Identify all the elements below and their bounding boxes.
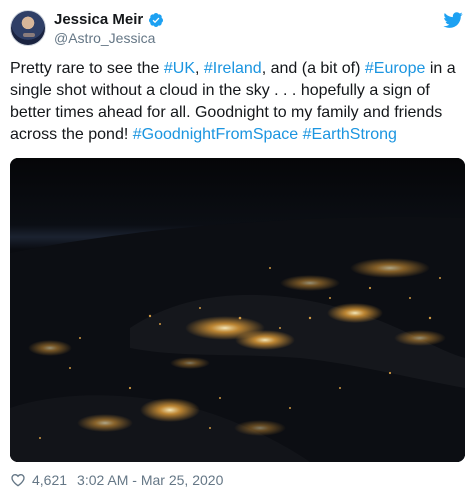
tweet-text-segment: , and (a bit of) xyxy=(261,60,365,77)
heart-icon[interactable] xyxy=(10,472,26,488)
hashtag-link[interactable]: #EarthStrong xyxy=(303,126,397,143)
hashtag-link[interactable]: #UK xyxy=(164,60,195,77)
timestamp[interactable]: 3:02 AM - Mar 25, 2020 xyxy=(77,472,223,488)
hashtag-link[interactable]: #GoodnightFromSpace xyxy=(133,126,298,143)
avatar[interactable] xyxy=(10,10,46,46)
tweet-footer: 4,621 3:02 AM - Mar 25, 2020 xyxy=(10,472,223,488)
tweet-text-segment: Pretty rare to see the xyxy=(10,60,164,77)
tweet-header: Jessica Meir @Astro_Jessica xyxy=(10,8,465,52)
hashtag-link[interactable]: #Europe xyxy=(365,60,426,77)
tweet-text-segment: , xyxy=(194,60,204,77)
hashtag-link[interactable]: #Ireland xyxy=(204,60,262,77)
twitter-bird-icon[interactable] xyxy=(443,10,463,30)
display-name[interactable]: Jessica Meir xyxy=(54,11,143,28)
earth-night-photo xyxy=(10,158,465,462)
author-handle[interactable]: @Astro_Jessica xyxy=(54,30,155,46)
tweet-text: Pretty rare to see the #UK, #Ireland, an… xyxy=(10,58,465,146)
tweet-card: Jessica Meir @Astro_Jessica Pretty rare … xyxy=(0,0,475,494)
author-name-row[interactable]: Jessica Meir xyxy=(54,11,164,28)
verified-badge-icon xyxy=(148,12,164,28)
tweet-photo[interactable] xyxy=(10,158,465,462)
like-count[interactable]: 4,621 xyxy=(32,472,67,488)
